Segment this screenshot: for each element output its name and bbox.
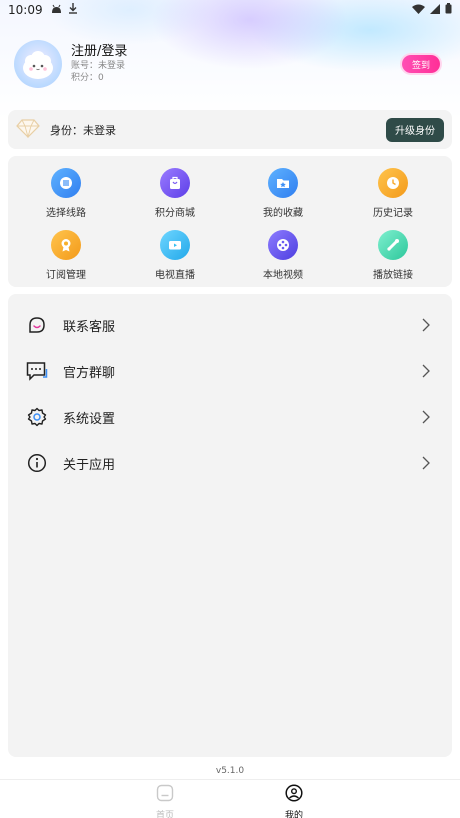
menu-item-official-group[interactable]: 官方群聊	[8, 351, 452, 391]
grid-item-points-mall[interactable]: 积分商城	[135, 168, 215, 224]
history-icon	[378, 168, 408, 198]
wifi-icon	[412, 3, 425, 17]
menu-item-customer-service[interactable]: 联系客服	[8, 305, 452, 345]
tab-home[interactable]: 首页	[135, 784, 195, 818]
download-icon	[68, 3, 78, 17]
grid-label: 本地视频	[263, 270, 303, 281]
tab-mine[interactable]: 我的	[264, 784, 324, 818]
film-reel-icon	[268, 230, 298, 260]
grid-label: 历史记录	[373, 208, 413, 219]
menu-label: 官方群聊	[63, 365, 116, 381]
menu-label: 联系客服	[63, 319, 116, 335]
identity-status: 身份：未登录	[50, 123, 116, 137]
tv-icon	[160, 230, 190, 260]
route-icon	[51, 168, 81, 198]
subscribe-icon	[51, 230, 81, 260]
upgrade-identity-button[interactable]: 升级身份	[386, 117, 444, 142]
checkin-button[interactable]: 签到	[402, 55, 440, 73]
grid-item-select-route[interactable]: 选择线路	[26, 168, 106, 224]
profile-header: 注册/登录 账号：未登录 积分：0 签到	[14, 40, 446, 88]
customer-service-icon	[26, 314, 48, 336]
tab-label: 我的	[284, 811, 303, 818]
grid-item-local-video[interactable]: 本地视频	[243, 230, 323, 286]
status-bar: 10:09	[0, 0, 460, 20]
android-icon	[51, 3, 62, 17]
battery-icon	[445, 3, 452, 17]
bottom-tab-bar: 首页 我的	[0, 779, 460, 818]
info-icon	[26, 452, 48, 474]
chevron-right-icon	[422, 364, 434, 378]
grid-label: 我的收藏	[263, 208, 303, 219]
feature-grid: 选择线路 积分商城 我的收藏 历史记录 订阅管理 电视直播 本地视频 播放链接	[8, 156, 452, 287]
favorite-folder-icon	[268, 168, 298, 198]
menu-label: 系统设置	[63, 411, 116, 427]
menu-item-system-settings[interactable]: 系统设置	[8, 397, 452, 437]
points-value: 积分：0	[71, 73, 104, 83]
grid-label: 积分商城	[155, 208, 195, 219]
settings-gear-icon	[26, 406, 48, 428]
signal-icon	[430, 3, 440, 17]
menu-label: 关于应用	[63, 457, 116, 473]
grid-label: 电视直播	[155, 270, 195, 281]
group-chat-icon	[26, 360, 48, 382]
login-register-link[interactable]: 注册/登录	[71, 44, 127, 60]
chevron-right-icon	[422, 456, 434, 470]
chevron-right-icon	[422, 410, 434, 424]
grid-item-my-favorites[interactable]: 我的收藏	[243, 168, 323, 224]
avatar[interactable]	[14, 40, 62, 88]
status-time: 10:09	[8, 3, 43, 17]
grid-item-tv-live[interactable]: 电视直播	[135, 230, 215, 286]
grid-item-play-link[interactable]: 播放链接	[353, 230, 433, 286]
grid-item-subscription[interactable]: 订阅管理	[26, 230, 106, 286]
home-icon	[156, 784, 174, 806]
grid-label: 订阅管理	[46, 270, 86, 281]
grid-label: 选择线路	[46, 208, 86, 219]
tab-label: 首页	[155, 811, 174, 818]
user-profile-icon	[285, 784, 303, 806]
chevron-right-icon	[422, 318, 434, 332]
grid-label: 播放链接	[373, 270, 413, 281]
identity-card: 身份：未登录 升级身份	[8, 110, 452, 149]
link-icon	[378, 230, 408, 260]
menu-list: 联系客服 官方群聊 系统设置 关于应用	[8, 294, 452, 757]
diamond-icon	[16, 118, 40, 142]
shop-icon	[160, 168, 190, 198]
app-version: v5.1.0	[215, 766, 245, 776]
menu-item-about-app[interactable]: 关于应用	[8, 443, 452, 483]
grid-item-history[interactable]: 历史记录	[353, 168, 433, 224]
account-status: 账号：未登录	[71, 61, 126, 71]
